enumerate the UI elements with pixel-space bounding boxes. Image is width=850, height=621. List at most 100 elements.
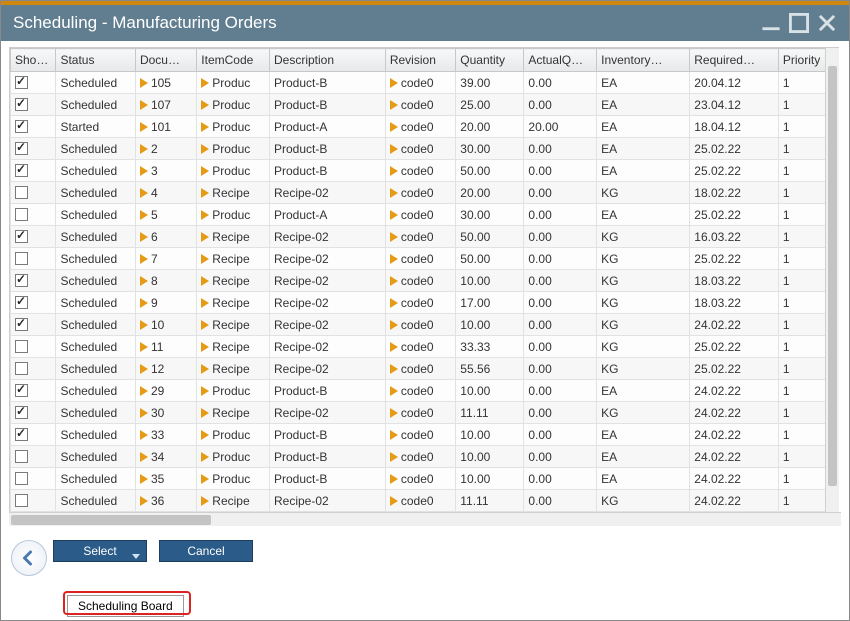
show-checkbox[interactable]: [15, 76, 28, 89]
table-row[interactable]: Scheduled105ProducProduct-Bcode039.000.0…: [11, 72, 838, 94]
col-inv[interactable]: Inventory…: [597, 49, 690, 72]
table-row[interactable]: Scheduled6RecipeRecipe-02code050.000.00K…: [11, 226, 838, 248]
col-req[interactable]: Required…: [690, 49, 779, 72]
cell-doc[interactable]: 2: [135, 138, 196, 160]
cell-doc[interactable]: 5: [135, 204, 196, 226]
show-checkbox[interactable]: [15, 252, 28, 265]
cell-item[interactable]: Produc: [197, 424, 270, 446]
cell-doc[interactable]: 35: [135, 468, 196, 490]
show-checkbox[interactable]: [15, 450, 28, 463]
cell-doc[interactable]: 8: [135, 270, 196, 292]
cell-rev[interactable]: code0: [385, 314, 455, 336]
cell-rev[interactable]: code0: [385, 270, 455, 292]
show-checkbox[interactable]: [15, 274, 28, 287]
cell-doc[interactable]: 34: [135, 446, 196, 468]
table-row[interactable]: Scheduled12RecipeRecipe-02code055.560.00…: [11, 358, 838, 380]
vertical-scrollbar[interactable]: [825, 48, 839, 512]
cell-item[interactable]: Produc: [197, 468, 270, 490]
select-button[interactable]: Select: [53, 540, 147, 562]
table-row[interactable]: Scheduled33ProducProduct-Bcode010.000.00…: [11, 424, 838, 446]
cell-doc[interactable]: 11: [135, 336, 196, 358]
show-checkbox[interactable]: [15, 362, 28, 375]
cell-rev[interactable]: code0: [385, 380, 455, 402]
cell-doc[interactable]: 107: [135, 94, 196, 116]
table-row[interactable]: Scheduled34ProducProduct-Bcode010.000.00…: [11, 446, 838, 468]
back-button[interactable]: [11, 540, 47, 576]
table-row[interactable]: Scheduled36RecipeRecipe-02code011.110.00…: [11, 490, 838, 512]
cell-rev[interactable]: code0: [385, 160, 455, 182]
dropdown-item-scheduling-board[interactable]: Scheduling Board: [67, 595, 184, 617]
cell-doc[interactable]: 7: [135, 248, 196, 270]
maximize-icon[interactable]: [789, 13, 809, 33]
col-show[interactable]: Sho…: [11, 49, 56, 72]
table-row[interactable]: Scheduled29ProducProduct-Bcode010.000.00…: [11, 380, 838, 402]
cell-item[interactable]: Produc: [197, 94, 270, 116]
table-row[interactable]: Scheduled2ProducProduct-Bcode030.000.00E…: [11, 138, 838, 160]
col-desc[interactable]: Description: [269, 49, 385, 72]
cell-rev[interactable]: code0: [385, 226, 455, 248]
table-row[interactable]: Scheduled11RecipeRecipe-02code033.330.00…: [11, 336, 838, 358]
show-checkbox[interactable]: [15, 296, 28, 309]
cell-item[interactable]: Recipe: [197, 270, 270, 292]
table-row[interactable]: Scheduled8RecipeRecipe-02code010.000.00K…: [11, 270, 838, 292]
cell-doc[interactable]: 10: [135, 314, 196, 336]
show-checkbox[interactable]: [15, 494, 28, 507]
cell-item[interactable]: Recipe: [197, 314, 270, 336]
col-item[interactable]: ItemCode: [197, 49, 270, 72]
cell-doc[interactable]: 9: [135, 292, 196, 314]
cell-item[interactable]: Produc: [197, 116, 270, 138]
table-row[interactable]: Scheduled10RecipeRecipe-02code010.000.00…: [11, 314, 838, 336]
col-status[interactable]: Status: [56, 49, 136, 72]
cell-doc[interactable]: 33: [135, 424, 196, 446]
show-checkbox[interactable]: [15, 340, 28, 353]
cell-rev[interactable]: code0: [385, 490, 455, 512]
show-checkbox[interactable]: [15, 120, 28, 133]
cell-doc[interactable]: 12: [135, 358, 196, 380]
show-checkbox[interactable]: [15, 406, 28, 419]
cell-doc[interactable]: 3: [135, 160, 196, 182]
cell-item[interactable]: Recipe: [197, 336, 270, 358]
cell-doc[interactable]: 30: [135, 402, 196, 424]
show-checkbox[interactable]: [15, 208, 28, 221]
show-checkbox[interactable]: [15, 142, 28, 155]
scrollbar-thumb[interactable]: [828, 66, 837, 486]
cell-rev[interactable]: code0: [385, 292, 455, 314]
table-row[interactable]: Scheduled30RecipeRecipe-02code011.110.00…: [11, 402, 838, 424]
cell-rev[interactable]: code0: [385, 204, 455, 226]
close-icon[interactable]: [817, 13, 837, 33]
cell-item[interactable]: Recipe: [197, 358, 270, 380]
cell-rev[interactable]: code0: [385, 358, 455, 380]
table-row[interactable]: Scheduled5ProducProduct-Acode030.000.00E…: [11, 204, 838, 226]
cell-item[interactable]: Recipe: [197, 490, 270, 512]
table-row[interactable]: Scheduled3ProducProduct-Bcode050.000.00E…: [11, 160, 838, 182]
cell-rev[interactable]: code0: [385, 446, 455, 468]
col-qty[interactable]: Quantity: [456, 49, 524, 72]
show-checkbox[interactable]: [15, 428, 28, 441]
cell-item[interactable]: Produc: [197, 72, 270, 94]
cell-doc[interactable]: 29: [135, 380, 196, 402]
cell-doc[interactable]: 105: [135, 72, 196, 94]
cell-item[interactable]: Produc: [197, 446, 270, 468]
cell-item[interactable]: Recipe: [197, 402, 270, 424]
table-row[interactable]: Scheduled9RecipeRecipe-02code017.000.00K…: [11, 292, 838, 314]
cell-doc[interactable]: 6: [135, 226, 196, 248]
cell-item[interactable]: Produc: [197, 380, 270, 402]
cancel-button[interactable]: Cancel: [159, 540, 253, 562]
cell-rev[interactable]: code0: [385, 116, 455, 138]
scrollbar-thumb[interactable]: [11, 515, 211, 525]
titlebar[interactable]: Scheduling - Manufacturing Orders: [1, 5, 849, 41]
cell-rev[interactable]: code0: [385, 94, 455, 116]
cell-item[interactable]: Produc: [197, 160, 270, 182]
show-checkbox[interactable]: [15, 164, 28, 177]
col-rev[interactable]: Revision: [385, 49, 455, 72]
cell-rev[interactable]: code0: [385, 248, 455, 270]
table-row[interactable]: Scheduled107ProducProduct-Bcode025.000.0…: [11, 94, 838, 116]
col-actq[interactable]: ActualQ…: [524, 49, 597, 72]
cell-rev[interactable]: code0: [385, 402, 455, 424]
table-row[interactable]: Started101ProducProduct-Acode020.0020.00…: [11, 116, 838, 138]
cell-item[interactable]: Recipe: [197, 248, 270, 270]
cell-item[interactable]: Produc: [197, 204, 270, 226]
show-checkbox[interactable]: [15, 98, 28, 111]
show-checkbox[interactable]: [15, 186, 28, 199]
cell-doc[interactable]: 101: [135, 116, 196, 138]
